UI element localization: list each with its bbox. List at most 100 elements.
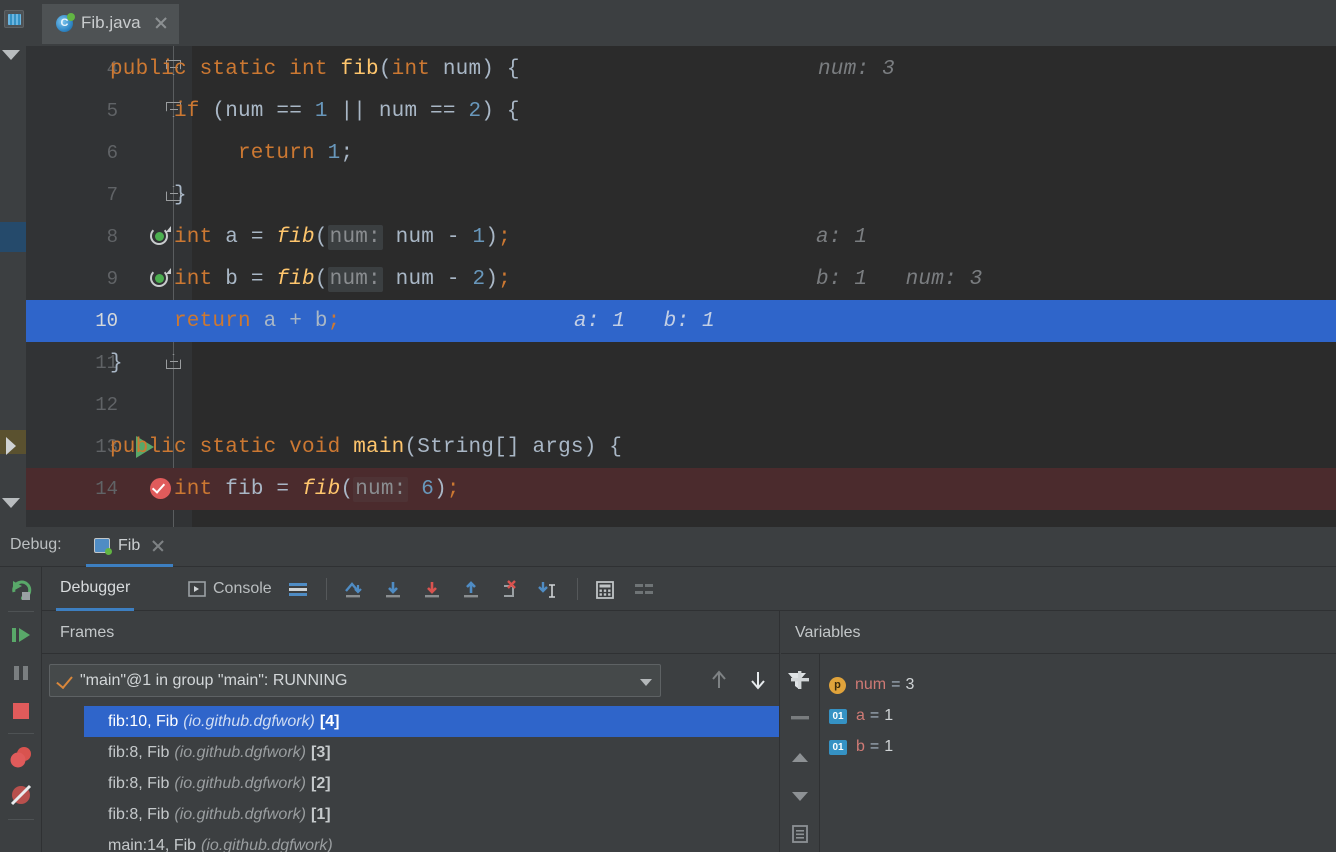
inline-debug-hint: a: 1 (816, 225, 868, 249)
frame-index: [2] (310, 774, 331, 792)
variable-row[interactable]: 01 b = 1 (829, 733, 893, 761)
parameter-badge-icon: p (829, 676, 846, 694)
code-editor[interactable]: 4 public static int fib(int num) {num: 3 5… (26, 46, 1336, 527)
drop-frame-icon[interactable] (499, 579, 521, 601)
sort-up-icon[interactable] (787, 745, 813, 771)
code-text: return a + b; (174, 309, 341, 333)
debug-header: Debug: Fib (0, 527, 1336, 567)
recursive-call-icon[interactable] (150, 268, 171, 289)
chevron-down-icon[interactable] (640, 679, 652, 686)
line-number: 13 (95, 436, 118, 458)
rerun-icon[interactable] (7, 575, 35, 603)
frame-package: (io.github.dgfwork) (174, 743, 306, 761)
tab-console-label: Console (213, 580, 272, 597)
step-into-icon[interactable] (421, 579, 443, 601)
tab-debugger[interactable]: Debugger (56, 567, 135, 611)
editor-line-12[interactable]: 12 (26, 384, 1336, 426)
frame-package: (io.github.dgfwork) (174, 774, 306, 792)
pause-program-icon[interactable] (7, 659, 35, 687)
code-text: } (110, 351, 123, 375)
copy-icon[interactable] (787, 821, 813, 847)
editor-tab-fib-java[interactable]: Fib.java (42, 4, 179, 44)
variable-row[interactable]: 01 a = 1 (829, 702, 893, 730)
evaluate-expression-icon[interactable] (594, 579, 616, 601)
debug-session-tab-fib[interactable]: Fib (86, 527, 174, 567)
toolbar-divider (326, 578, 327, 600)
editor-line-7[interactable]: 7} (26, 174, 1336, 216)
plus-icon[interactable] (787, 667, 813, 693)
variable-name: a (856, 707, 865, 724)
code-text: int fib = fib(num: 6); (174, 476, 460, 502)
line-number: 8 (106, 226, 118, 248)
editor-line-6[interactable]: 6 return 1; (26, 132, 1336, 174)
code-text: if (num == 1 || num == 2) { (174, 99, 520, 123)
editor-line-4[interactable]: 4 public static int fib(int num) {num: 3 (26, 48, 1336, 90)
frame-row[interactable]: fib:8, Fib (io.github.dgfwork) [3] (84, 737, 779, 768)
close-icon[interactable] (153, 15, 169, 31)
project-tool-window-icon[interactable] (4, 10, 24, 28)
step-over-icon[interactable] (382, 579, 404, 601)
debug-tool-window: Debug: Fib Debugger Console Frames "main… (0, 527, 1336, 852)
code-fold-toggle-icon[interactable] (166, 354, 183, 371)
code-marker-band (0, 222, 27, 252)
thread-selector[interactable]: "main"@1 in group "main": RUNNING (49, 664, 661, 697)
arrow-down-icon[interactable] (746, 668, 770, 692)
rail-divider (8, 733, 34, 734)
run-to-cursor-icon[interactable] (538, 579, 560, 601)
editor-line-14[interactable]: 14 int fib = fib(num: 6); (26, 468, 1336, 510)
frame-row[interactable]: fib:8, Fib (io.github.dgfwork) [1] (84, 799, 779, 830)
editor-line-11[interactable]: 11} (26, 342, 1336, 384)
scroll-marker-down-icon[interactable] (2, 50, 20, 60)
frame-row[interactable]: fib:8, Fib (io.github.dgfwork) [2] (84, 768, 779, 799)
breakpoint-verified-icon[interactable] (150, 478, 171, 499)
step-out-icon[interactable] (460, 579, 482, 601)
frame-row[interactable]: main:14, Fib (io.github.dgfwork) (84, 830, 779, 852)
line-number: 12 (95, 394, 118, 416)
minus-icon[interactable] (787, 705, 813, 731)
resume-program-icon[interactable] (7, 621, 35, 649)
sort-down-icon[interactable] (787, 783, 813, 809)
close-icon[interactable] (151, 539, 165, 553)
show-execution-point-icon[interactable] (343, 579, 365, 601)
code-text: } (174, 183, 187, 207)
variables-title: Variables (795, 624, 861, 641)
tab-console[interactable]: Console (184, 567, 276, 611)
frame-row[interactable]: fib:10, Fib (io.github.dgfwork) [4] (84, 706, 779, 737)
tab-debugger-label: Debugger (60, 578, 131, 596)
variable-row[interactable]: p num = 3 (829, 671, 914, 699)
frames-pane: Frames "main"@1 in group "main": RUNNING (42, 611, 806, 852)
frame-package: (io.github.dgfwork) (201, 836, 333, 852)
line-number: 4 (106, 58, 118, 80)
inline-debug-hint: b: 1 num: 3 (816, 267, 983, 291)
editor-line-5[interactable]: 5 if (num == 1 || num == 2) { (26, 90, 1336, 132)
variable-equals: = (869, 707, 880, 724)
scroll-marker-right-icon[interactable] (6, 437, 16, 455)
editor-line-10[interactable]: 10 return a + b; a: 1 b: 1 (26, 300, 1336, 342)
line-number: 10 (95, 310, 118, 332)
mute-breakpoints-icon[interactable] (7, 781, 35, 809)
editor-line-8[interactable]: 8 int a = fib(num: num - 1); a: 1 (26, 216, 1336, 258)
inline-debug-hint: num: 3 (818, 57, 895, 81)
view-breakpoints-icon[interactable] (7, 743, 35, 771)
editor-tab-label: Fib.java (81, 13, 141, 32)
frame-index: [3] (310, 743, 331, 761)
arrow-up-icon[interactable] (707, 668, 731, 692)
intellij-debug-window: Fib.java 4public static int fib(int num)… (0, 0, 1336, 852)
debugger-toolbar: Debugger Console (42, 567, 1336, 611)
editor-line-13[interactable]: 13 public static void main(String[] args)… (26, 426, 1336, 468)
settings-icon[interactable] (633, 579, 655, 601)
layout-settings-icon[interactable] (287, 579, 309, 601)
editor-line-9[interactable]: 9 int b = fib(num: num - 2); b: 1 num: 3 (26, 258, 1336, 300)
debug-label: Debug: (10, 536, 62, 553)
frame-location: main:14, Fib (108, 836, 197, 852)
scroll-marker-down-bottom-icon[interactable] (2, 498, 20, 508)
variable-equals: = (891, 676, 901, 693)
frame-location: fib:8, Fib (108, 743, 170, 761)
stop-icon[interactable] (7, 697, 35, 725)
line-number: 11 (95, 352, 118, 374)
recursive-call-icon[interactable] (150, 226, 171, 247)
frame-index: [4] (319, 712, 340, 730)
line-number: 6 (106, 142, 118, 164)
frame-index: [1] (310, 805, 331, 823)
frame-location: fib:8, Fib (108, 774, 170, 792)
